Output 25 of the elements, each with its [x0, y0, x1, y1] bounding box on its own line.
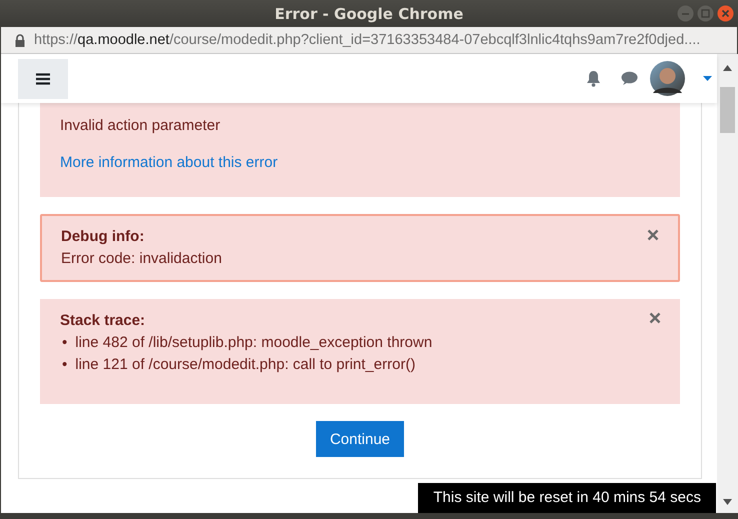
close-icon[interactable]	[647, 229, 659, 241]
trace-line: line 121 of /course/modedit.php: call to print_error()	[75, 355, 416, 375]
alert-title: Debug info:	[61, 227, 144, 247]
continue-button[interactable]: Continue	[316, 421, 404, 457]
list-bullet: •	[62, 355, 68, 375]
menu-button[interactable]	[18, 58, 68, 98]
debug-line: Error code: invalidaction	[61, 249, 223, 269]
caret-icon[interactable]	[703, 76, 712, 81]
chat-bubble-icon[interactable]	[621, 71, 638, 86]
list-bullet: •	[62, 333, 68, 353]
window-title: Error - Google Chrome	[274, 4, 464, 22]
close-icon[interactable]	[649, 312, 661, 324]
alert-title: Stack trace:	[60, 311, 146, 331]
trace-line: line 482 of /lib/setuplib.php: moodle_exception thrown	[75, 333, 432, 353]
scroll-up-icon[interactable]	[723, 65, 732, 71]
scrollbar-thumb[interactable]	[720, 87, 735, 133]
lock-icon	[15, 34, 25, 46]
bell-icon[interactable]	[586, 70, 601, 87]
menu-icon	[36, 72, 50, 84]
reset-notice: This site will be reset in 40 mins 54 secs	[418, 483, 716, 513]
more-info-link[interactable]: More information about this error	[60, 152, 278, 174]
avatar-icon[interactable]	[650, 61, 685, 96]
error-message: Invalid action parameter	[60, 116, 222, 136]
scroll-down-icon[interactable]	[723, 499, 732, 505]
close-icon[interactable]	[717, 5, 734, 22]
